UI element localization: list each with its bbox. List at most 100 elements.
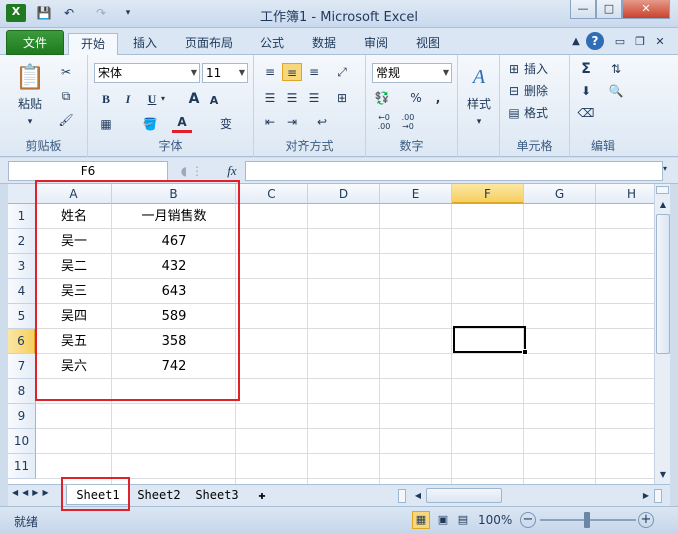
tab-split-handle[interactable] bbox=[398, 489, 406, 503]
align-right-icon[interactable]: ☰ bbox=[304, 89, 324, 107]
fill-icon[interactable]: ⬇ bbox=[576, 82, 596, 100]
underline-dropdown-icon[interactable]: ▾ bbox=[158, 90, 168, 108]
bold-button[interactable]: B bbox=[96, 90, 116, 108]
format-cells-button[interactable]: 格式 bbox=[524, 104, 554, 122]
row-header-4[interactable]: 4 bbox=[8, 279, 36, 304]
autosum-button[interactable]: Σ bbox=[576, 60, 596, 78]
tab-home[interactable]: 开始 bbox=[68, 33, 118, 55]
horizontal-scroll-thumb[interactable] bbox=[426, 488, 502, 503]
align-middle-icon[interactable]: ≡ bbox=[282, 63, 302, 81]
paste-icon[interactable]: 📋 bbox=[12, 61, 48, 93]
tab-data[interactable]: 数据 bbox=[302, 33, 346, 54]
scroll-right-icon[interactable]: ▶ bbox=[640, 489, 652, 503]
column-header-h[interactable]: H bbox=[596, 184, 654, 204]
align-top-icon[interactable]: ≡ bbox=[260, 63, 280, 81]
formula-bar-handle-icon[interactable]: ◖ ⋮ bbox=[172, 162, 212, 180]
decrease-decimal-icon[interactable]: .00 →0 bbox=[398, 113, 418, 131]
find-select-icon[interactable]: 🔍 bbox=[606, 82, 626, 100]
border-icon[interactable]: ▦ bbox=[96, 115, 116, 133]
scroll-down-icon[interactable]: ▼ bbox=[657, 468, 669, 482]
name-box[interactable]: F6 bbox=[8, 161, 168, 181]
number-format-combo[interactable]: 常规 ▼ bbox=[372, 63, 452, 83]
paste-button[interactable]: 粘贴 bbox=[8, 95, 52, 113]
align-left-icon[interactable]: ☰ bbox=[260, 89, 280, 107]
orientation-icon[interactable]: ⤢ bbox=[332, 63, 352, 81]
comma-button[interactable]: , bbox=[428, 89, 448, 107]
zoom-slider-thumb[interactable] bbox=[584, 512, 590, 528]
copy-icon[interactable]: ⧉ bbox=[56, 87, 76, 105]
expand-formula-bar-icon[interactable]: ▾ bbox=[663, 164, 673, 173]
formula-input[interactable] bbox=[245, 161, 663, 181]
insert-cells-button[interactable]: 插入 bbox=[524, 60, 554, 78]
align-center-icon[interactable]: ☰ bbox=[282, 89, 302, 107]
align-bottom-icon[interactable]: ≡ bbox=[304, 63, 324, 81]
tab-file[interactable]: 文件 bbox=[6, 30, 64, 55]
insert-function-button[interactable]: fx bbox=[222, 162, 242, 180]
merge-center-icon[interactable]: ⊞ bbox=[332, 89, 352, 107]
grow-font-button[interactable]: A bbox=[184, 90, 204, 108]
tab-insert[interactable]: 插入 bbox=[122, 33, 168, 54]
sort-filter-icon[interactable]: ⇅ bbox=[606, 60, 626, 78]
row-header-5[interactable]: 5 bbox=[8, 304, 36, 329]
styles-icon[interactable]: A bbox=[465, 63, 493, 91]
currency-icon[interactable]: 💱 bbox=[372, 89, 392, 107]
tab-page-layout[interactable]: 页面布局 bbox=[176, 33, 242, 54]
tab-view[interactable]: 视图 bbox=[406, 33, 450, 54]
column-header-d[interactable]: D bbox=[308, 184, 380, 204]
row-header-6[interactable]: 6 bbox=[8, 329, 36, 354]
row-header-7[interactable]: 7 bbox=[8, 354, 36, 379]
wrap-text-icon[interactable]: ↩ bbox=[312, 113, 332, 131]
fill-handle[interactable] bbox=[522, 349, 528, 355]
workbook-restore-icon[interactable]: ❐ bbox=[630, 33, 650, 51]
styles-dropdown-icon[interactable]: ▾ bbox=[471, 113, 487, 131]
format-painter-icon[interactable]: 🖌 bbox=[56, 111, 76, 129]
help-icon[interactable]: ? bbox=[586, 32, 604, 50]
delete-cells-icon[interactable]: ⊟ bbox=[504, 82, 524, 100]
zoom-level[interactable]: 100% bbox=[478, 513, 512, 527]
row-header-9[interactable]: 9 bbox=[8, 404, 36, 429]
increase-decimal-icon[interactable]: ←0.00 bbox=[374, 113, 394, 131]
row-header-8[interactable]: 8 bbox=[8, 379, 36, 404]
tab-formulas[interactable]: 公式 bbox=[250, 33, 294, 54]
column-header-e[interactable]: E bbox=[380, 184, 452, 204]
increase-indent-icon[interactable]: ⇥ bbox=[282, 113, 302, 131]
zoom-in-icon[interactable]: + bbox=[638, 512, 654, 528]
workbook-minimize-icon[interactable]: ▭ bbox=[610, 33, 630, 51]
font-color-button[interactable]: A bbox=[172, 115, 192, 133]
row-header-3[interactable]: 3 bbox=[8, 254, 36, 279]
close-button[interactable]: ✕ bbox=[622, 0, 670, 19]
page-layout-view-icon[interactable]: ▣ bbox=[434, 511, 452, 529]
scroll-left-icon[interactable]: ◀ bbox=[412, 489, 424, 503]
phonetic-button[interactable]: 变 bbox=[216, 115, 236, 133]
vertical-scrollbar[interactable]: ▲ ▼ bbox=[654, 184, 670, 484]
sheet-tab-3[interactable]: Sheet3 bbox=[190, 485, 244, 505]
normal-view-icon[interactable]: ▦ bbox=[412, 511, 430, 529]
column-header-f[interactable]: F bbox=[452, 184, 524, 204]
font-name-combo[interactable]: 宋体 ▼ bbox=[94, 63, 200, 83]
zoom-out-icon[interactable]: − bbox=[520, 512, 536, 528]
select-all-corner[interactable] bbox=[8, 184, 36, 204]
maximize-button[interactable]: □ bbox=[596, 0, 622, 19]
percent-button[interactable]: % bbox=[406, 89, 426, 107]
row-header-2[interactable]: 2 bbox=[8, 229, 36, 254]
decrease-indent-icon[interactable]: ⇤ bbox=[260, 113, 280, 131]
italic-button[interactable]: I bbox=[118, 90, 138, 108]
insert-cells-icon[interactable]: ⊞ bbox=[504, 60, 524, 78]
row-header-1[interactable]: 1 bbox=[8, 204, 36, 229]
scroll-thumb[interactable] bbox=[656, 214, 670, 354]
cut-icon[interactable]: ✂ bbox=[56, 63, 76, 81]
page-break-view-icon[interactable]: ▤ bbox=[454, 511, 472, 529]
font-size-combo[interactable]: 11 ▼ bbox=[202, 63, 248, 83]
insert-sheet-icon[interactable]: ✚ bbox=[252, 485, 272, 505]
minimize-button[interactable]: — bbox=[570, 0, 596, 19]
column-header-c[interactable]: C bbox=[236, 184, 308, 204]
shrink-font-button[interactable]: A bbox=[204, 92, 224, 110]
row-header-10[interactable]: 10 bbox=[8, 429, 36, 454]
styles-button[interactable]: 样式 bbox=[460, 95, 498, 113]
split-box[interactable] bbox=[656, 186, 669, 194]
clear-icon[interactable]: ⌫ bbox=[576, 104, 596, 122]
sheet-tab-2[interactable]: Sheet2 bbox=[132, 485, 186, 505]
column-header-g[interactable]: G bbox=[524, 184, 596, 204]
workbook-close-icon[interactable]: ✕ bbox=[650, 33, 670, 51]
scroll-up-icon[interactable]: ▲ bbox=[657, 198, 669, 212]
